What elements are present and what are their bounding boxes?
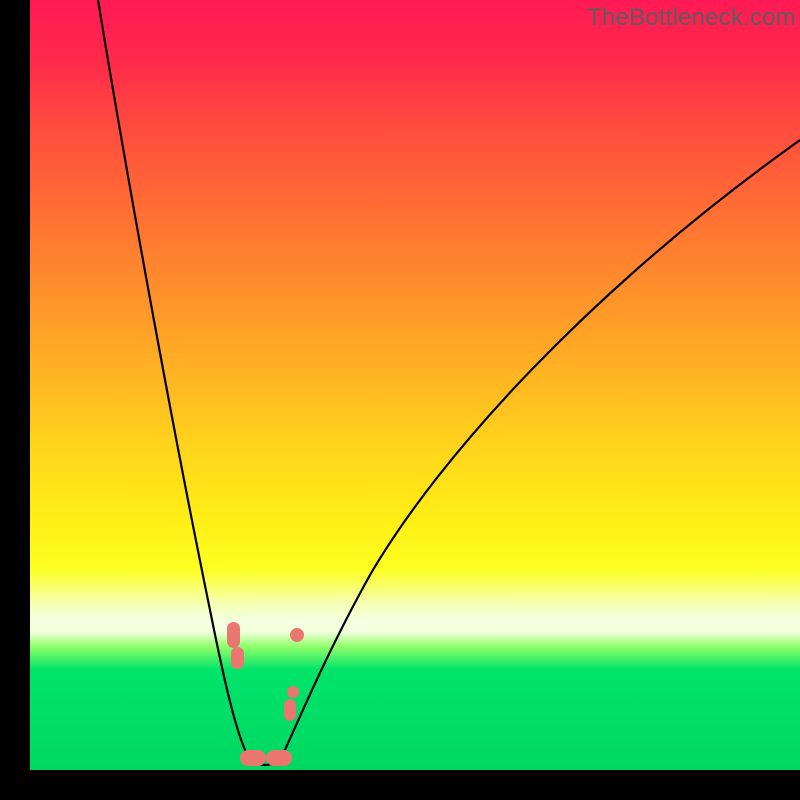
chart-frame — [30, 0, 800, 770]
marker-point — [287, 686, 299, 698]
bottleneck-curve — [30, 0, 800, 770]
watermark-text: TheBottleneck.com — [587, 4, 796, 32]
marker-point — [240, 750, 266, 766]
marker-point — [266, 750, 292, 766]
curve-right-branch — [280, 140, 800, 760]
marker-point — [290, 628, 304, 642]
marker-point — [284, 699, 296, 721]
marker-point — [231, 647, 244, 669]
curve-left-branch — [98, 0, 250, 760]
marker-point — [227, 622, 240, 648]
